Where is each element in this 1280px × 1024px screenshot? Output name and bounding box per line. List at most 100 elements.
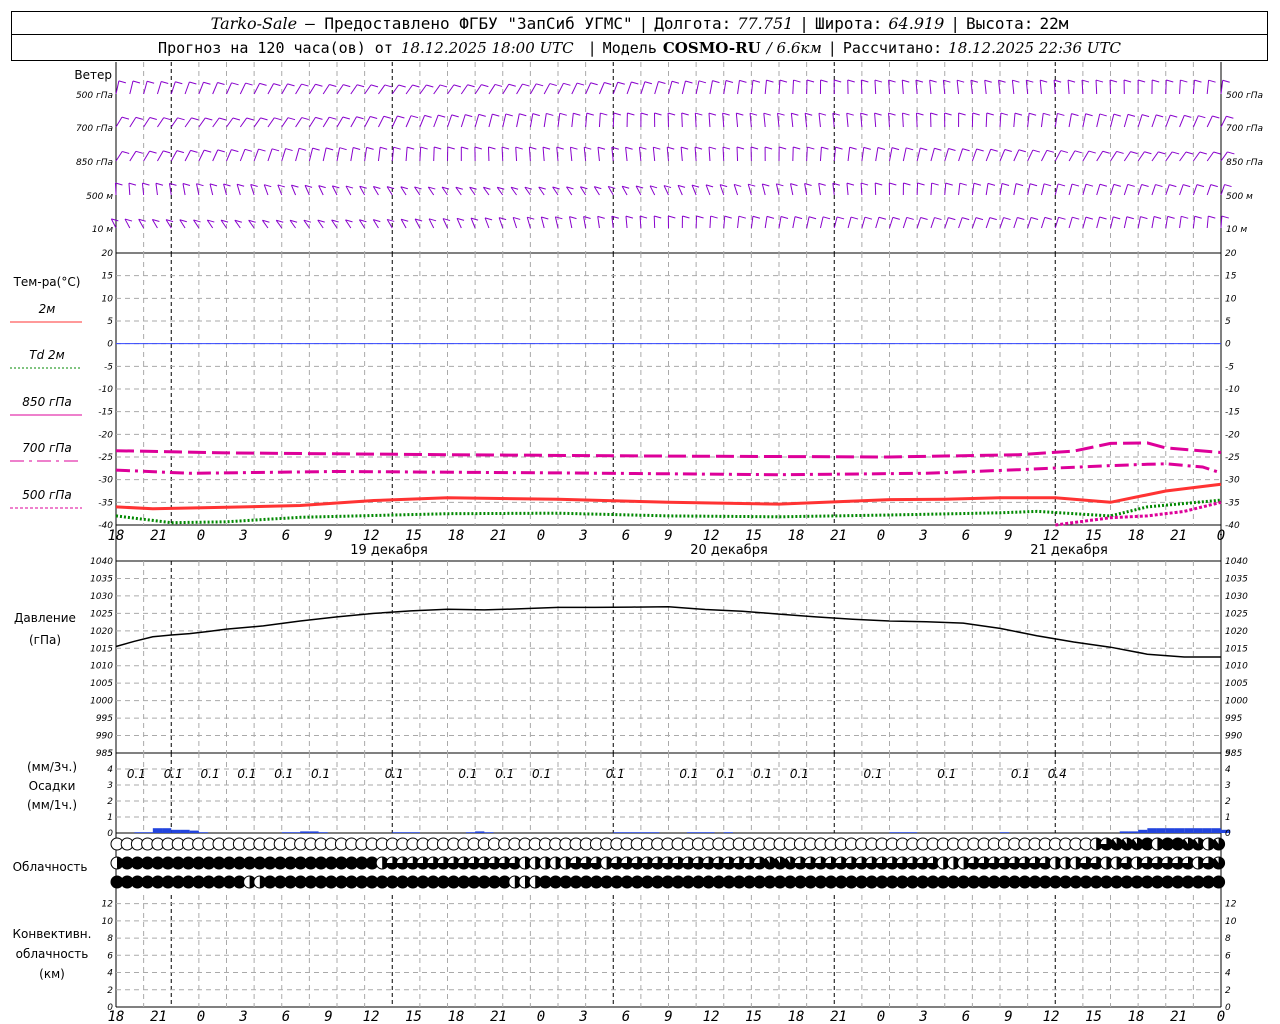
wind-barb — [1206, 80, 1210, 95]
temp-tick-label: -10 — [1225, 385, 1240, 395]
wind-barb-flag — [762, 183, 770, 187]
x-tick-label-top: 9 — [1004, 528, 1012, 544]
wind-barb-flag — [794, 216, 803, 220]
wind-barb — [336, 84, 344, 95]
wind-barb — [295, 148, 300, 162]
wind-barb-flag — [246, 117, 254, 121]
wind-level-label: 500 м — [86, 192, 113, 202]
wind-barb — [818, 113, 821, 128]
x-tick-label-top: 0 — [877, 528, 885, 544]
wind-barb-flag — [1144, 151, 1152, 155]
wind-barb — [501, 147, 504, 162]
wind-barb — [681, 80, 686, 95]
wind-barb-flag — [370, 116, 378, 119]
wind-barb — [447, 114, 453, 128]
wind-barb — [1123, 184, 1129, 196]
wind-barb-flag — [196, 183, 204, 187]
wind-barb — [515, 147, 518, 162]
x-tick-label-bottom: 9 — [324, 1009, 332, 1024]
wind-barb-flag — [1043, 183, 1052, 187]
wind-barb-flag — [1152, 79, 1160, 83]
wind-barb — [958, 183, 961, 196]
pressure-tick-label: 1015 — [1225, 644, 1248, 654]
wind-barb — [1206, 151, 1215, 162]
precip-bar — [1184, 828, 1194, 833]
x-tick-label-top: 15 — [1085, 528, 1102, 544]
precip-bar — [1156, 828, 1166, 833]
x-tick-label-top: 0 — [1217, 528, 1225, 544]
wind-barb-flag — [892, 216, 900, 220]
wind-barb — [860, 113, 863, 128]
wind-barb-flag — [834, 79, 842, 83]
wind-barb-flag — [849, 146, 857, 150]
wind-barb-flag — [902, 79, 910, 83]
precip-tick-label: 3 — [107, 781, 113, 791]
wind-barb — [1054, 150, 1062, 162]
pressure-tick-label: 1035 — [90, 574, 113, 584]
wind-barb — [391, 115, 398, 128]
wind-barb-flag — [712, 80, 720, 84]
wind-barb-flag — [850, 216, 859, 220]
x-tick-label-bottom: 0 — [877, 1009, 885, 1024]
pressure-tick-label: 1005 — [1225, 679, 1248, 689]
wind-barb-flag — [818, 182, 826, 186]
wind-barb-flag — [766, 215, 775, 219]
wind-barb-flag — [698, 80, 707, 84]
wind-barb-flag — [465, 114, 473, 118]
wind-barb — [764, 80, 767, 95]
wind-barb — [832, 113, 835, 128]
temp-tick-label: -15 — [98, 408, 113, 418]
wind-barb — [1011, 80, 1015, 95]
wind-barb-flag — [132, 80, 141, 84]
wind-barb-flag — [1040, 79, 1048, 83]
wind-barb-flag — [1029, 183, 1038, 187]
wind-barb — [571, 113, 574, 128]
wind-level-label: 10 м — [1226, 225, 1247, 235]
wind-barb-flag — [244, 148, 253, 152]
wind-barb — [819, 216, 824, 229]
wind-barb — [638, 147, 642, 162]
wind-barb — [985, 217, 991, 229]
wind-barb-flag — [822, 216, 831, 220]
wind-barb-flag — [959, 182, 967, 186]
wind-barb — [944, 217, 949, 229]
wind-barb — [528, 147, 531, 162]
wind-barb-flag — [808, 216, 817, 220]
wind-barb — [516, 83, 523, 95]
wind-barb-flag — [962, 148, 970, 152]
wind-barb — [654, 81, 659, 95]
wind-barb-flag — [135, 150, 144, 154]
wind-barb — [253, 148, 259, 162]
wind-barb-flag — [776, 183, 784, 187]
wind-barb — [114, 183, 117, 196]
wind-barb-flag — [312, 147, 320, 151]
wind-barb — [598, 113, 601, 128]
wind-barb — [930, 148, 935, 162]
wind-barb-flag — [1071, 183, 1080, 187]
wind-barb-flag — [654, 215, 662, 219]
wind-barb-flag — [864, 216, 873, 220]
wind-barb-flag — [325, 147, 334, 151]
x-tick-label-bottom: 3 — [238, 1009, 247, 1024]
precip-bar — [198, 832, 209, 833]
wind-barb — [267, 148, 273, 162]
wind-barb — [860, 80, 863, 95]
wind-barb — [1096, 150, 1104, 162]
temp-tick-label: -10 — [98, 385, 113, 395]
wind-barb — [761, 183, 766, 196]
legend-label: 850 гПа — [22, 395, 71, 409]
wind-barb — [1137, 114, 1143, 128]
wind-barb — [1220, 184, 1226, 196]
wind-barb — [999, 113, 1002, 128]
wind-barb — [156, 81, 162, 95]
wind-barb-flag — [972, 112, 980, 116]
wind-barb — [474, 114, 480, 128]
precip-bar — [484, 832, 494, 833]
wind-barb — [1151, 151, 1159, 162]
wind-barb — [985, 183, 989, 196]
x-tick-label-top: 3 — [578, 528, 587, 544]
wind-barb-flag — [860, 182, 869, 186]
wind-barb-flag — [934, 217, 942, 221]
wind-barb — [198, 82, 204, 95]
wind-barb-flag — [644, 81, 653, 85]
